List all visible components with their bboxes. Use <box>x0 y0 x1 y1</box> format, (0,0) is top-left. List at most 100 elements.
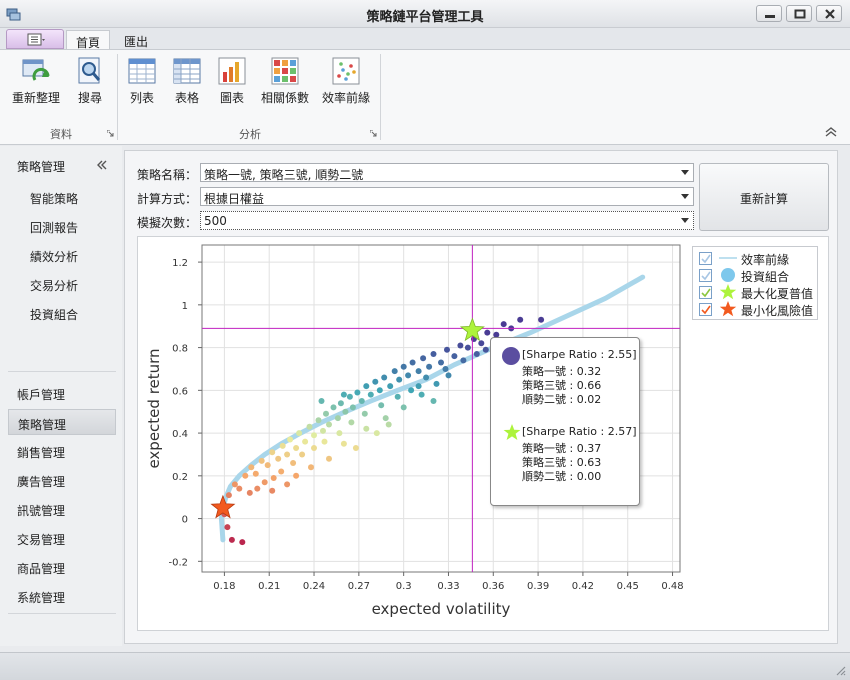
portfolio-point <box>340 391 347 398</box>
portfolio-point <box>270 475 277 481</box>
portfolio-point <box>426 363 433 370</box>
simulation-count-combo[interactable]: 500 <box>200 211 694 230</box>
sidebar-item-products[interactable]: 商品管理 <box>8 554 116 580</box>
list-label: 列表 <box>129 91 154 105</box>
status-bar <box>0 652 850 680</box>
portfolio-point <box>258 457 265 464</box>
portfolio-point <box>326 455 332 462</box>
portfolio-point <box>311 432 317 439</box>
collapse-ribbon-icon[interactable] <box>824 127 838 137</box>
portfolio-point <box>318 398 325 404</box>
portfolio-point <box>363 383 370 390</box>
chevron-down-icon[interactable] <box>681 218 689 224</box>
ribbon-tab-row: 首頁 匯出 <box>0 28 850 50</box>
sidebar-item-system[interactable]: 系統管理 <box>8 583 116 609</box>
bar-chart-icon <box>218 57 246 85</box>
portfolio-point <box>387 383 394 390</box>
portfolio-point <box>254 485 261 492</box>
sidebar-item-sales[interactable]: 銷售管理 <box>8 438 116 464</box>
tooltip-header: [Sharpe Ratio : 2.57] <box>522 425 637 438</box>
maximize-button[interactable] <box>786 5 812 22</box>
portfolio-point <box>367 391 374 398</box>
x-axis-label: expected volatility <box>372 600 511 618</box>
refresh-button[interactable]: 重新整理 <box>8 56 64 114</box>
portfolio-point <box>457 342 464 349</box>
list-icon <box>128 58 156 84</box>
sidebar-sub-item-backtest-report[interactable]: 回測報告 <box>30 219 78 236</box>
application-menu-button[interactable] <box>6 29 64 49</box>
chart-tooltip: [Sharpe Ratio : 2.55] 策略一號 : 0.32 策略三號 :… <box>490 337 640 506</box>
tooltip-header: [Sharpe Ratio : 2.55] <box>522 348 637 361</box>
group-launcher-icon[interactable] <box>107 130 114 137</box>
portfolio-point <box>275 455 282 462</box>
search-icon <box>78 57 101 84</box>
portfolio-point <box>354 389 361 396</box>
refresh-icon <box>22 59 50 81</box>
table-icon <box>173 58 201 84</box>
sidebar-divider <box>8 613 116 614</box>
sidebar-item-strategy[interactable]: 策略管理 <box>8 409 116 435</box>
table-button[interactable]: 表格 <box>167 56 207 114</box>
sidebar-sub-item-smart-strategy[interactable]: 智能策略 <box>30 190 78 207</box>
sidebar-item-signals[interactable]: 訊號管理 <box>8 496 116 522</box>
portfolio-point <box>311 445 317 451</box>
tab-export[interactable]: 匯出 <box>114 30 158 50</box>
chevron-down-icon[interactable] <box>681 194 689 200</box>
legend-checkbox[interactable] <box>699 269 712 282</box>
close-button[interactable] <box>816 5 842 22</box>
minimize-button[interactable] <box>756 5 782 22</box>
search-button[interactable]: 搜尋 <box>70 56 110 114</box>
chevron-down-icon[interactable] <box>681 170 689 176</box>
portfolio-point <box>415 368 422 375</box>
portfolio-point <box>460 357 467 364</box>
sidebar-header: 策略管理 <box>17 160 66 174</box>
calc-method-combo[interactable]: 根據日權益 <box>200 187 694 206</box>
portfolio-point <box>538 316 545 323</box>
portfolio-point <box>261 479 268 486</box>
scatter-icon <box>332 57 360 85</box>
portfolio-point <box>478 340 485 347</box>
sidebar-item-accounts[interactable]: 帳戶管理 <box>8 380 116 406</box>
sidebar-sub-item-performance[interactable]: 績效分析 <box>30 248 78 265</box>
tab-home[interactable]: 首頁 <box>66 30 110 50</box>
efficient-frontier-button[interactable]: 效率前緣 <box>318 56 374 114</box>
sidebar-sub-item-portfolio[interactable]: 投資組合 <box>30 306 78 323</box>
close-icon <box>825 9 835 19</box>
portfolio-point <box>308 464 314 471</box>
resize-grip-icon[interactable] <box>834 664 846 676</box>
legend-checkbox[interactable] <box>699 286 712 299</box>
circle-marker-icon <box>502 347 520 365</box>
legend-label: 最大化夏普值 <box>741 287 814 301</box>
table-label: 表格 <box>174 91 199 105</box>
strategy-name-combo[interactable]: 策略一號, 策略三號, 順勢二號 <box>200 163 694 182</box>
legend-label: 最小化風險值 <box>741 304 814 318</box>
collapse-sidebar-icon[interactable] <box>96 160 108 170</box>
portfolio-point <box>342 408 349 415</box>
portfolio-point <box>296 430 303 437</box>
list-button[interactable]: 列表 <box>122 56 162 114</box>
correlation-icon <box>271 57 299 85</box>
portfolio-point <box>430 398 437 404</box>
portfolio-point <box>396 376 403 383</box>
portfolio-point <box>517 316 524 323</box>
recalculate-button[interactable]: 重新計算 <box>699 163 829 231</box>
chart-label: 圖表 <box>219 91 244 105</box>
correlation-button[interactable]: 相關係數 <box>257 56 313 114</box>
legend-checkbox[interactable] <box>699 252 712 265</box>
y-axis-ticks: -0.2 0 0.2 0.4 0.6 0.8 1 1.2 <box>168 258 202 568</box>
x-tick-label: 0.27 <box>348 581 370 592</box>
portfolio-point <box>473 351 480 357</box>
group-launcher-icon[interactable] <box>370 130 377 137</box>
checkmark-icon <box>701 305 711 315</box>
minimize-icon <box>765 15 775 18</box>
ribbon: 重新整理 搜尋 資料 列表 表格 圖表 相關係數 效率前緣 分析 <box>0 49 850 145</box>
legend-checkbox[interactable] <box>699 303 712 316</box>
portfolio-point <box>269 487 276 494</box>
portfolio-point <box>363 425 370 432</box>
sidebar-item-trading[interactable]: 交易管理 <box>8 525 116 551</box>
sidebar-item-ads[interactable]: 廣告管理 <box>8 467 116 493</box>
chart-button[interactable]: 圖表 <box>212 56 252 114</box>
sidebar-sub-item-trade-analysis[interactable]: 交易分析 <box>30 277 78 294</box>
portfolio-point <box>423 374 430 381</box>
portfolio-point <box>358 398 365 404</box>
